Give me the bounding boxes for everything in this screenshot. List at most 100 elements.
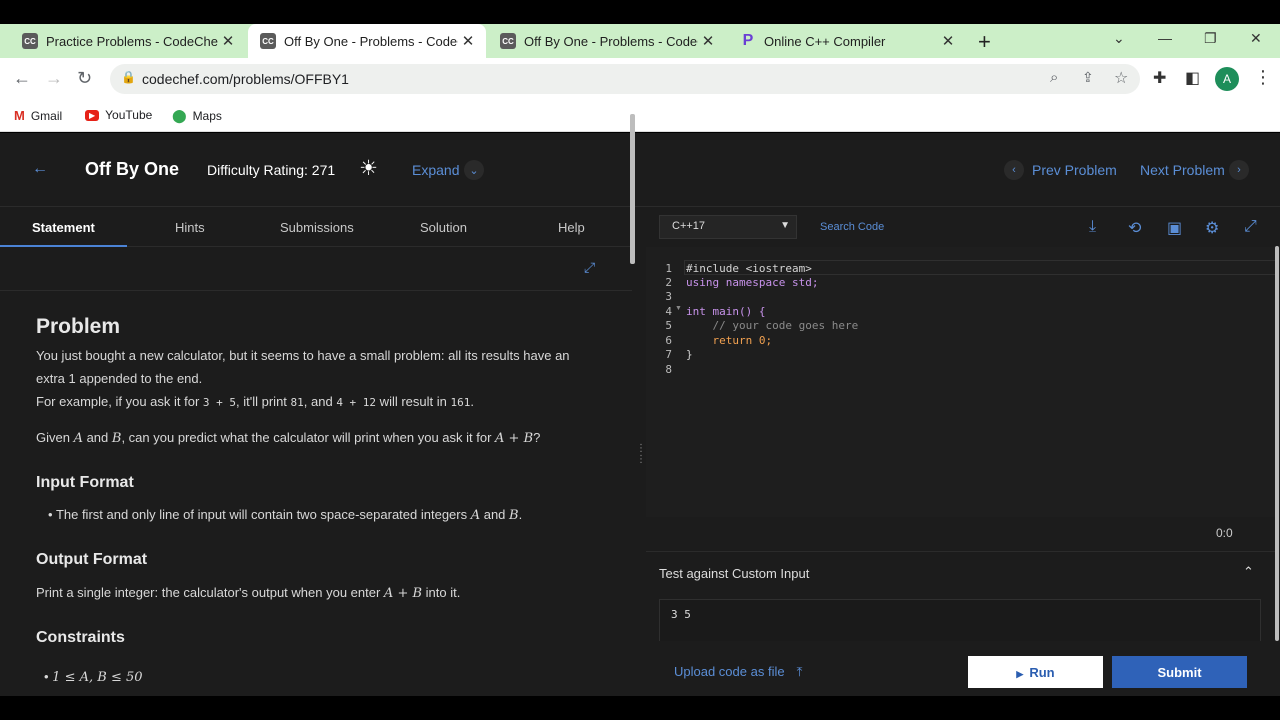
new-tab-plus-icon[interactable]: + [978, 29, 991, 55]
download-icon[interactable]: ⤓ [1089, 218, 1096, 236]
text: The first and only line of input will co… [55, 507, 471, 522]
reset-icon[interactable]: ⟲ [1128, 218, 1141, 238]
line-number: 3 [665, 290, 672, 303]
browser-tab[interactable]: P Online C++ Compiler ✕ [728, 24, 966, 58]
codechef-favicon-icon: CC [22, 33, 38, 49]
output-format-paragraph: Print a single integer: the calculator's… [36, 581, 596, 605]
bookmark-gmail[interactable]: M Gmail [14, 108, 62, 123]
youtube-icon: ▶ [85, 109, 100, 121]
close-icon[interactable]: ✕ [698, 32, 718, 50]
lock-icon[interactable]: 🔒 [121, 70, 136, 84]
tab-title: Off By One - Problems - CodeChef [284, 33, 458, 49]
tab-submissions[interactable]: Submissions [280, 220, 354, 235]
fullscreen-icon[interactable]: ⤢ [1244, 218, 1257, 236]
cursor-position: 0:0 [1216, 526, 1233, 540]
bookmark-label: YouTube [105, 108, 153, 122]
tab-solution[interactable]: Solution [420, 220, 467, 235]
reload-icon[interactable]: ↻ [77, 68, 92, 89]
upload-code-button[interactable]: Upload code as file ⤒ [674, 664, 802, 680]
close-icon[interactable]: ✕ [458, 32, 478, 50]
bookmark-youtube[interactable]: ▶ YouTube [85, 108, 152, 122]
upload-icon: ⤒ [796, 664, 803, 679]
bookmark-label: Maps [192, 109, 222, 123]
input-format-bullet: • The first and only line of input will … [48, 503, 608, 527]
run-button[interactable]: ▶ Run [968, 656, 1103, 688]
fullscreen-icon[interactable]: ⤢ [584, 259, 595, 276]
chevron-right-icon[interactable]: › [1229, 160, 1249, 180]
bullet: • [48, 507, 56, 522]
line-number: 6 [665, 334, 672, 347]
language-value: C++17 [672, 220, 706, 232]
text: . [518, 507, 523, 522]
star-icon[interactable]: ☆ [1114, 68, 1128, 88]
prev-problem-link[interactable]: Prev Problem [1032, 162, 1117, 178]
math: A + B [383, 586, 423, 601]
tab-hints[interactable]: Hints [175, 220, 205, 235]
back-arrow-icon[interactable]: ← [32, 160, 48, 178]
text: ? [533, 430, 541, 445]
restore-icon[interactable]: ❐ [1204, 30, 1217, 47]
chevron-down-icon[interactable]: ⌄ [464, 160, 484, 180]
side-panel-icon[interactable]: ◧ [1185, 68, 1200, 88]
text: For example, if you ask it for [36, 394, 203, 409]
bookmark-maps[interactable]: ⬤ Maps [172, 108, 222, 124]
upload-label: Upload code as file [674, 664, 785, 679]
text: , can you predict what the calculator wi… [121, 430, 496, 445]
browser-tab-active[interactable]: CC Off By One - Problems - CodeChef ✕ [248, 24, 486, 58]
line-number: 8 [665, 363, 672, 376]
expand-button[interactable]: Expand [412, 162, 459, 178]
window-close-icon[interactable]: ✕ [1250, 30, 1262, 47]
right-scrollbar[interactable] [1275, 246, 1279, 641]
code-editor[interactable]: 1 2 3 4 5 6 7 8 ▼ #include <iostream> us… [646, 247, 1276, 517]
pane-splitter-handle[interactable]: ⋮ ⋮ [636, 443, 646, 471]
custom-input-field[interactable]: 3 5 [659, 599, 1261, 644]
extensions-puzzle-icon[interactable]: ✚ [1153, 68, 1166, 88]
bookmarks-bar: M Gmail ▶ YouTube ⬤ Maps [0, 100, 1280, 132]
search-code-input[interactable]: Search Code [820, 221, 884, 233]
omnibox[interactable]: 🔒 codechef.com/problems/OFFBY1 ⌕ ⇪ ☆ [110, 64, 1140, 94]
settings-gear-icon[interactable]: ⚙ [1205, 218, 1219, 238]
fold-arrow-icon[interactable]: ▼ [675, 305, 682, 312]
constraints-heading: Constraints [36, 629, 125, 646]
problem-title: Off By One [85, 159, 180, 179]
statement-tabs: Statement Hints Submissions Solution Hel… [0, 208, 632, 247]
problem-paragraph-1: You just bought a new calculator, but it… [36, 344, 596, 390]
browser-tab-bar: CC Practice Problems - CodeChef ✕ CC Off… [0, 24, 1280, 58]
tab-title: Online C++ Compiler [764, 33, 886, 49]
statement-toolbar: ⤢ [0, 247, 632, 291]
submit-button[interactable]: Submit [1112, 656, 1247, 688]
close-icon[interactable]: ✕ [218, 32, 238, 50]
share-icon[interactable]: ⇪ [1082, 69, 1094, 86]
language-select[interactable]: C++17 ▼ [659, 215, 797, 239]
back-arrow-icon[interactable]: ← [13, 68, 31, 89]
line-number: 1 [665, 262, 672, 275]
compiler-favicon-icon: P [742, 32, 754, 49]
browser-tab[interactable]: CC Practice Problems - CodeChef ✕ [10, 24, 246, 58]
line-number: 2 [665, 276, 672, 289]
bullet: • [44, 669, 53, 684]
code-result: 161 [450, 396, 471, 409]
text: and [480, 507, 510, 522]
text: and [82, 430, 112, 445]
minimize-icon[interactable]: — [1158, 30, 1172, 46]
theme-sun-icon[interactable]: ☀ [359, 156, 378, 181]
tab-search-chevron-icon[interactable]: ⌄ [1113, 30, 1125, 47]
browser-tab[interactable]: CC Off By One - Problems - CodeChef ✕ [488, 24, 726, 58]
tab-statement[interactable]: Statement [32, 220, 95, 235]
chevron-up-icon[interactable]: ⌃ [1243, 564, 1254, 580]
next-problem-link[interactable]: Next Problem [1140, 162, 1225, 178]
save-icon[interactable]: ▣ [1167, 218, 1182, 238]
code-line: } [686, 348, 693, 361]
tab-help[interactable]: Help [558, 220, 585, 235]
avatar[interactable]: A [1215, 67, 1239, 91]
play-icon: ▶ [1016, 668, 1024, 679]
statement-scrollbar[interactable] [630, 114, 635, 264]
url-text[interactable]: codechef.com/problems/OFFBY1 [142, 71, 349, 87]
custom-input-title[interactable]: Test against Custom Input [659, 566, 809, 581]
chevron-left-icon[interactable]: ‹ [1004, 160, 1024, 180]
input-format-heading: Input Format [36, 474, 134, 491]
kebab-menu-icon[interactable]: ⋮ [1254, 67, 1272, 88]
forward-arrow-icon[interactable]: → [45, 68, 63, 89]
zoom-icon[interactable]: ⌕ [1050, 69, 1058, 86]
close-icon[interactable]: ✕ [938, 32, 958, 50]
